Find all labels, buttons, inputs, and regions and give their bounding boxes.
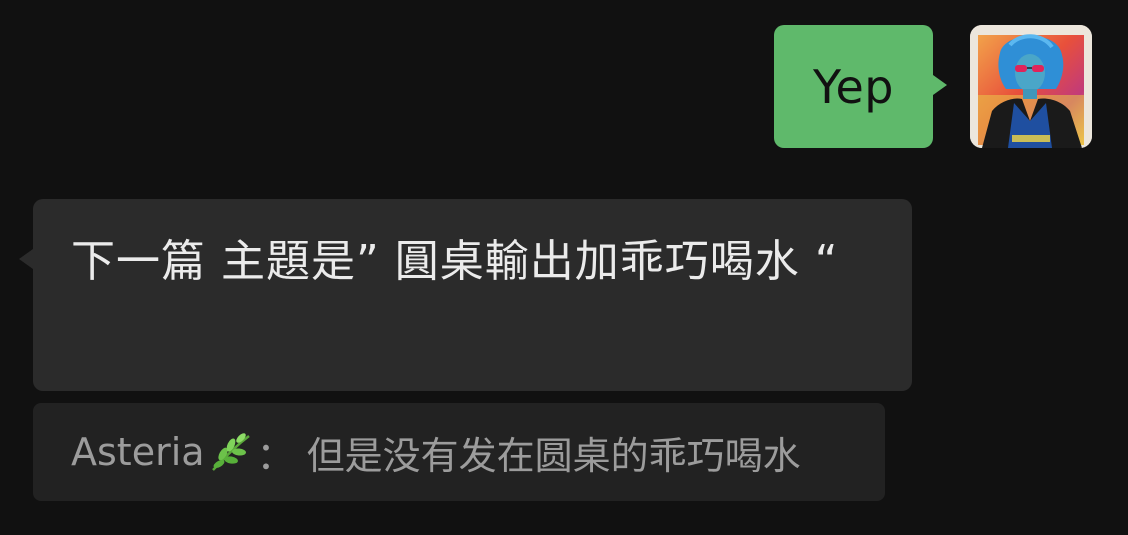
incoming-message-bubble[interactable]: 下一篇 主題是” 圓桌輸出加乖巧喝水 “ xyxy=(19,199,912,391)
outgoing-message-text: Yep xyxy=(813,59,894,114)
avatar[interactable] xyxy=(970,25,1092,148)
outgoing-bubble-tail xyxy=(933,75,947,95)
quoted-reply[interactable]: Asteria ： 但是没有发在圆桌的乖巧喝水 xyxy=(33,403,885,501)
quote-text: 但是没有发在圆桌的乖巧喝水 xyxy=(306,433,801,478)
quote-separator: ： xyxy=(256,433,295,478)
avatar-portrait-icon xyxy=(970,25,1092,148)
quote-sender-name: Asteria xyxy=(71,430,205,474)
incoming-bubble-tail xyxy=(19,249,33,269)
incoming-message-text: 下一篇 主題是” 圓桌輸出加乖巧喝水 “ xyxy=(71,236,839,287)
outgoing-message-bubble[interactable]: Yep xyxy=(774,25,947,148)
herb-icon xyxy=(209,432,253,472)
